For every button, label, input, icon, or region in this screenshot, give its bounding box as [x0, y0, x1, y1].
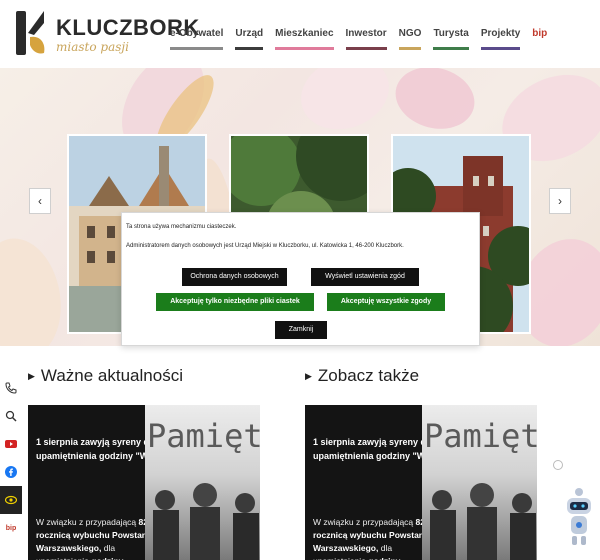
main-content: ▶ Ważne aktualności ▶ Zobacz także 1 sierp…	[0, 346, 600, 560]
logo-tagline: miasto pasji	[56, 40, 129, 54]
scroll-indicator-dot[interactable]	[553, 460, 563, 470]
nav-item-turysta[interactable]: Turysta	[427, 22, 474, 52]
nav-item-underline	[398, 47, 422, 50]
slider-prev-button[interactable]: ‹	[29, 188, 51, 214]
nav-item-ngo[interactable]: NGO	[393, 22, 428, 52]
nav-item-urz-d[interactable]: Urząd	[229, 22, 269, 52]
news-card-body-text: W związku z przypadającą	[36, 517, 139, 527]
nav-item-label: Projekty	[480, 28, 521, 39]
youtube-icon	[5, 440, 17, 448]
news-card-image[interactable]: Pamiętamy	[145, 405, 260, 560]
facebook-icon	[5, 466, 17, 478]
site-logo[interactable]: KLUCZBORK miasto pasji	[14, 9, 199, 57]
nav-item-label: Turysta	[433, 28, 469, 39]
nav-item-bip[interactable]: bip	[526, 22, 553, 52]
chevron-right-icon: ▶	[305, 371, 312, 381]
news-image-caption: Pamiętamy	[424, 417, 537, 455]
phone-button[interactable]	[0, 374, 22, 402]
accessibility-button[interactable]	[0, 486, 22, 514]
nav-item-underline	[170, 47, 224, 50]
news-card-body-text: W związku z przypadającą	[313, 517, 416, 527]
nav-item-label: NGO	[398, 28, 422, 39]
news-image-caption: Pamiętamy	[147, 417, 260, 455]
eye-icon	[5, 495, 17, 505]
see-also-title-text: Zobacz także	[317, 366, 420, 385]
bip-link[interactable]: bip	[0, 514, 22, 542]
petal-decoration	[388, 68, 482, 138]
news-title-text: Ważne aktualności	[40, 366, 183, 385]
see-also-section-title: ▶ Zobacz także	[305, 366, 419, 386]
accept-necessary-cookies-button[interactable]: Akceptuję tylko niezbędne pliki ciastek	[156, 293, 314, 311]
main-nav: e-Obywatel Urząd Mieszkaniec Inwestor NGO Tur…	[164, 22, 553, 52]
nav-item-label: Urząd	[235, 28, 264, 39]
data-controller-text: Administratorem danych osobowych jest Ur…	[126, 243, 404, 249]
nav-item-projekty[interactable]: Projekty	[475, 22, 526, 52]
search-icon	[5, 410, 17, 422]
nav-item-label: e-Obywatel	[170, 28, 224, 39]
chatbot-robot-icon[interactable]	[563, 486, 595, 546]
youtube-button[interactable]	[0, 430, 22, 458]
side-toolbar: bip	[0, 374, 22, 542]
nav-item-e-obywatel[interactable]: e-Obywatel	[164, 22, 229, 52]
chevron-right-icon: ▶	[28, 371, 35, 381]
nav-item-underline	[275, 47, 334, 50]
nav-item-underline	[433, 47, 469, 50]
site-header: KLUCZBORK miasto pasji e-Obywatel Urząd Mi…	[0, 0, 600, 68]
cookie-notice-text: Ta strona używa mechanizmu ciasteczek.	[126, 224, 237, 230]
slider-next-button[interactable]: ›	[549, 188, 571, 214]
nav-item-underline	[235, 47, 264, 50]
nav-item-underline	[480, 47, 521, 50]
nav-item-mieszkaniec[interactable]: Mieszkaniec	[269, 22, 339, 52]
logo-mark-icon	[16, 11, 45, 55]
cookie-consent-dialog: Ta strona używa mechanizmu ciasteczek. A…	[121, 212, 480, 346]
accept-all-cookies-button[interactable]: Akceptuję wszystkie zgody	[327, 293, 445, 311]
nav-item-label: Mieszkaniec	[275, 28, 334, 39]
facebook-button[interactable]	[0, 458, 22, 486]
news-section-title: ▶ Ważne aktualności	[28, 366, 183, 386]
privacy-policy-button[interactable]: Ochrona danych osobowych	[182, 268, 287, 286]
soldiers-photo	[430, 483, 536, 560]
petal-decoration	[290, 68, 400, 142]
nav-item-underline	[345, 47, 387, 50]
phone-icon	[5, 382, 17, 394]
news-card-body-bold: godziny	[91, 556, 123, 560]
news-card-image[interactable]: Pamiętamy	[422, 405, 537, 560]
soldiers-photo	[153, 483, 259, 560]
search-button[interactable]	[0, 402, 22, 430]
bip-label: bip	[5, 524, 17, 532]
petal-decoration	[0, 231, 70, 346]
news-card-body-bold: godziny	[368, 556, 400, 560]
show-consent-settings-button[interactable]: Wyświetl ustawienia zgód	[311, 268, 419, 286]
nav-item-label: Inwestor	[345, 28, 387, 39]
nav-item-inwestor[interactable]: Inwestor	[340, 22, 393, 52]
close-dialog-button[interactable]: Zamknij	[275, 321, 327, 339]
